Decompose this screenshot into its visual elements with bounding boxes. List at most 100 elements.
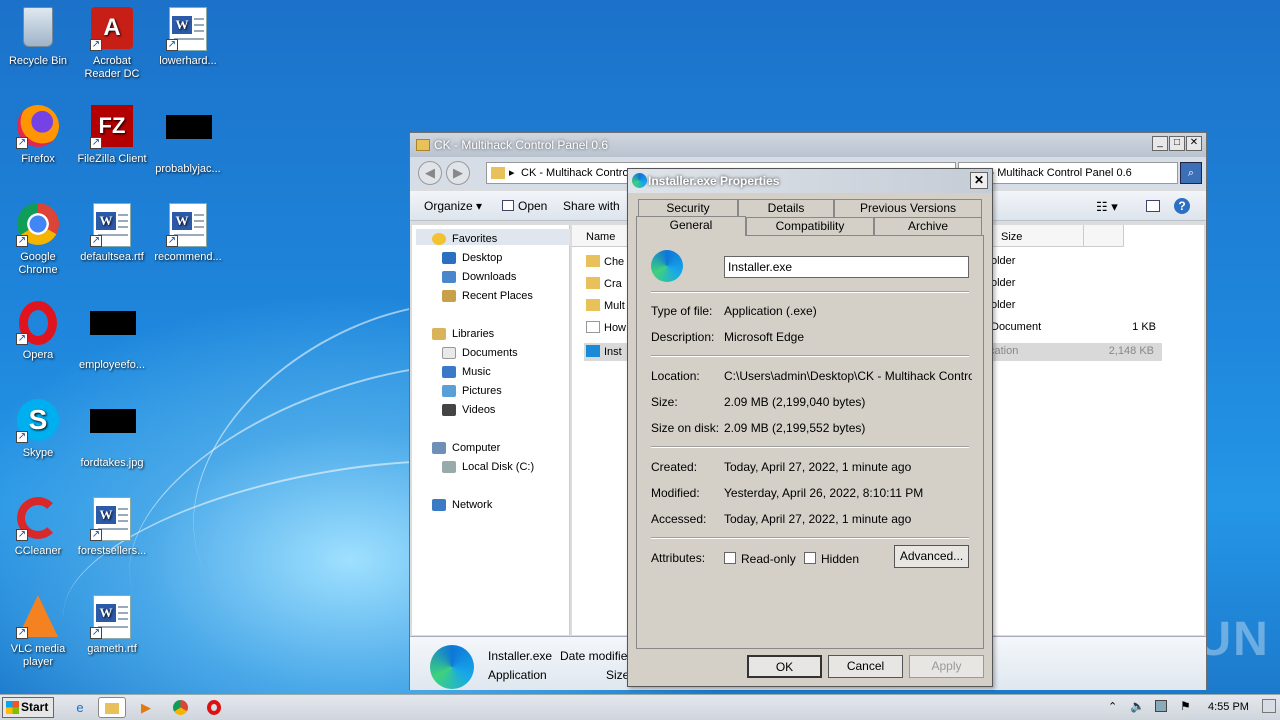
show-desktop-button[interactable]: [1262, 699, 1276, 713]
documents-icon: [442, 347, 456, 359]
explorer-taskbar-icon[interactable]: [98, 697, 126, 718]
shortcut-arrow-icon: ↗: [90, 137, 102, 149]
nav-libraries[interactable]: Libraries: [432, 328, 494, 340]
desktop-icon-employeefo[interactable]: employeefo...: [74, 301, 150, 372]
tab-details[interactable]: Details: [738, 199, 834, 217]
view-options-icon[interactable]: ☷ ▾: [1096, 199, 1118, 215]
modified-value: Yesterday, April 26, 2022, 8:10:11 PM: [724, 486, 924, 500]
column-name[interactable]: Name: [572, 225, 630, 247]
column-extra[interactable]: [1084, 225, 1124, 247]
desktop-icon-defaultsea-rtf[interactable]: W ↗ defaultsea.rtf: [74, 203, 150, 264]
media-player-taskbar-icon[interactable]: ▶: [132, 697, 160, 718]
explorer-titlebar[interactable]: CK - Multihack Control Panel 0.6 _ □ ✕: [410, 133, 1206, 157]
close-button[interactable]: ✕: [1186, 136, 1202, 151]
tab-compatibility[interactable]: Compatibility: [746, 217, 874, 235]
open-button[interactable]: Open: [502, 199, 547, 213]
advanced-button[interactable]: Advanced...: [894, 545, 969, 568]
ok-button[interactable]: OK: [747, 655, 822, 678]
nav-music[interactable]: Music: [442, 366, 491, 378]
properties-dialog[interactable]: Installer.exe Properties ✕ Security Deta…: [627, 168, 993, 687]
back-button[interactable]: ◀: [418, 161, 442, 185]
tray-expand-icon[interactable]: ⌃: [1108, 700, 1117, 713]
tab-general[interactable]: General: [636, 216, 746, 236]
start-button[interactable]: Start: [2, 697, 54, 718]
edge-icon: [586, 345, 600, 357]
desktop-icon-filezilla-client[interactable]: FZ ↗ FileZilla Client: [74, 105, 150, 166]
filename-input[interactable]: Installer.exe: [724, 256, 969, 278]
nav-downloads[interactable]: Downloads: [442, 271, 516, 283]
nav-documents[interactable]: Documents: [442, 347, 518, 359]
general-panel: Installer.exe Type of file: Application …: [636, 235, 984, 649]
nav-favorites[interactable]: Favorites: [432, 233, 497, 245]
desktop-icon-forestsellers[interactable]: W ↗ forestsellers...: [74, 497, 150, 558]
desktop-icon-firefox[interactable]: ↗ Firefox: [0, 105, 76, 166]
desktop-icon-recycle-bin[interactable]: Recycle Bin: [0, 7, 76, 68]
desktop-icon-label: recommend...: [154, 251, 222, 263]
computer-icon: [432, 442, 446, 454]
share-button[interactable]: Share with: [563, 199, 620, 213]
address-text: CK - Multihack Control: [521, 167, 632, 179]
desktop-icon-skype[interactable]: S ↗ Skype: [0, 399, 76, 460]
organize-button[interactable]: Organize ▾: [424, 199, 482, 213]
help-icon[interactable]: ?: [1174, 198, 1190, 214]
search-icon[interactable]: ⌕: [1180, 162, 1202, 184]
nav-pictures[interactable]: Pictures: [442, 385, 502, 397]
nav-network[interactable]: Network: [432, 499, 492, 511]
minimize-button[interactable]: _: [1152, 136, 1168, 151]
file-name: How: [604, 322, 627, 334]
nav-local-disk[interactable]: Local Disk (C:): [442, 461, 534, 473]
column-size[interactable]: Size: [992, 225, 1084, 247]
network-icon: [432, 499, 446, 511]
apply-button[interactable]: Apply: [909, 655, 984, 678]
clock[interactable]: 4:55 PM: [1208, 701, 1249, 713]
desktop-icon-lowerhard[interactable]: W ↗ lowerhard...: [150, 7, 226, 68]
ie-taskbar-icon[interactable]: e: [66, 697, 94, 718]
nav-desktop[interactable]: Desktop: [442, 252, 502, 264]
file-type: older: [991, 299, 1016, 311]
flag-icon[interactable]: ⚑: [1180, 699, 1191, 713]
file-name: Cra: [604, 278, 622, 290]
nav-computer[interactable]: Computer: [432, 442, 500, 454]
desktop-icon-ccleaner[interactable]: ↗ CCleaner: [0, 497, 76, 558]
preview-pane-icon[interactable]: [1146, 200, 1160, 212]
chrome-taskbar-icon[interactable]: [166, 697, 194, 718]
desktop-icon-google-chrome[interactable]: ↗ Google Chrome: [0, 203, 76, 277]
desktop-icon-probablyjac[interactable]: probablyjac...: [150, 105, 226, 176]
maximize-button[interactable]: □: [1169, 136, 1185, 151]
dialog-close-button[interactable]: ✕: [970, 172, 988, 189]
nav-videos[interactable]: Videos: [442, 404, 495, 416]
desktop-icon-opera[interactable]: ↗ Opera: [0, 301, 76, 362]
created-value: Today, April 27, 2022, 1 minute ago: [724, 460, 912, 474]
skype-icon: S ↗: [16, 399, 60, 443]
tab-security[interactable]: Security: [638, 199, 738, 217]
nav-recent-places[interactable]: Recent Places: [442, 290, 533, 302]
volume-icon[interactable]: 🔈: [1130, 699, 1145, 713]
desktop-icon-acrobat-reader-dc[interactable]: A ↗ Acrobat Reader DC: [74, 7, 150, 81]
desktop-icon-recommend[interactable]: W ↗ recommend...: [150, 203, 226, 264]
desktop-icon-fordtakes-jpg[interactable]: fordtakes.jpg: [74, 399, 150, 470]
dialog-titlebar[interactable]: Installer.exe Properties ✕: [628, 169, 992, 193]
tab-previous-versions[interactable]: Previous Versions: [834, 199, 982, 217]
cancel-button[interactable]: Cancel: [828, 655, 903, 678]
desktop-icon-vlc-media-player[interactable]: ↗ VLC media player: [0, 595, 76, 669]
firefox-icon: ↗: [16, 105, 60, 149]
hidden-checkbox[interactable]: [804, 552, 816, 564]
desktop-icon-label: employeefo...: [78, 359, 146, 371]
size-value: 2.09 MB (2,199,040 bytes): [724, 395, 866, 409]
opera-taskbar-icon[interactable]: [200, 697, 228, 718]
redacted-file-icon: [166, 115, 212, 159]
network-tray-icon[interactable]: [1155, 700, 1167, 712]
desktop-icon-label: CCleaner: [14, 545, 62, 557]
shortcut-arrow-icon: ↗: [16, 627, 28, 639]
forward-button[interactable]: ▶: [446, 161, 470, 185]
word-doc-icon: W ↗: [90, 595, 134, 639]
file-type: older: [991, 255, 1016, 267]
readonly-checkbox[interactable]: [724, 552, 736, 564]
tab-archive[interactable]: Archive: [874, 217, 982, 235]
type-label: Type of file:: [651, 304, 713, 318]
vlc-icon: ↗: [16, 595, 60, 639]
file-name: Che: [604, 256, 625, 268]
desktop-icon-gameth-rtf[interactable]: W ↗ gameth.rtf: [74, 595, 150, 656]
text-file-icon: [586, 321, 600, 333]
explorer-title: CK - Multihack Control Panel 0.6: [434, 138, 609, 152]
